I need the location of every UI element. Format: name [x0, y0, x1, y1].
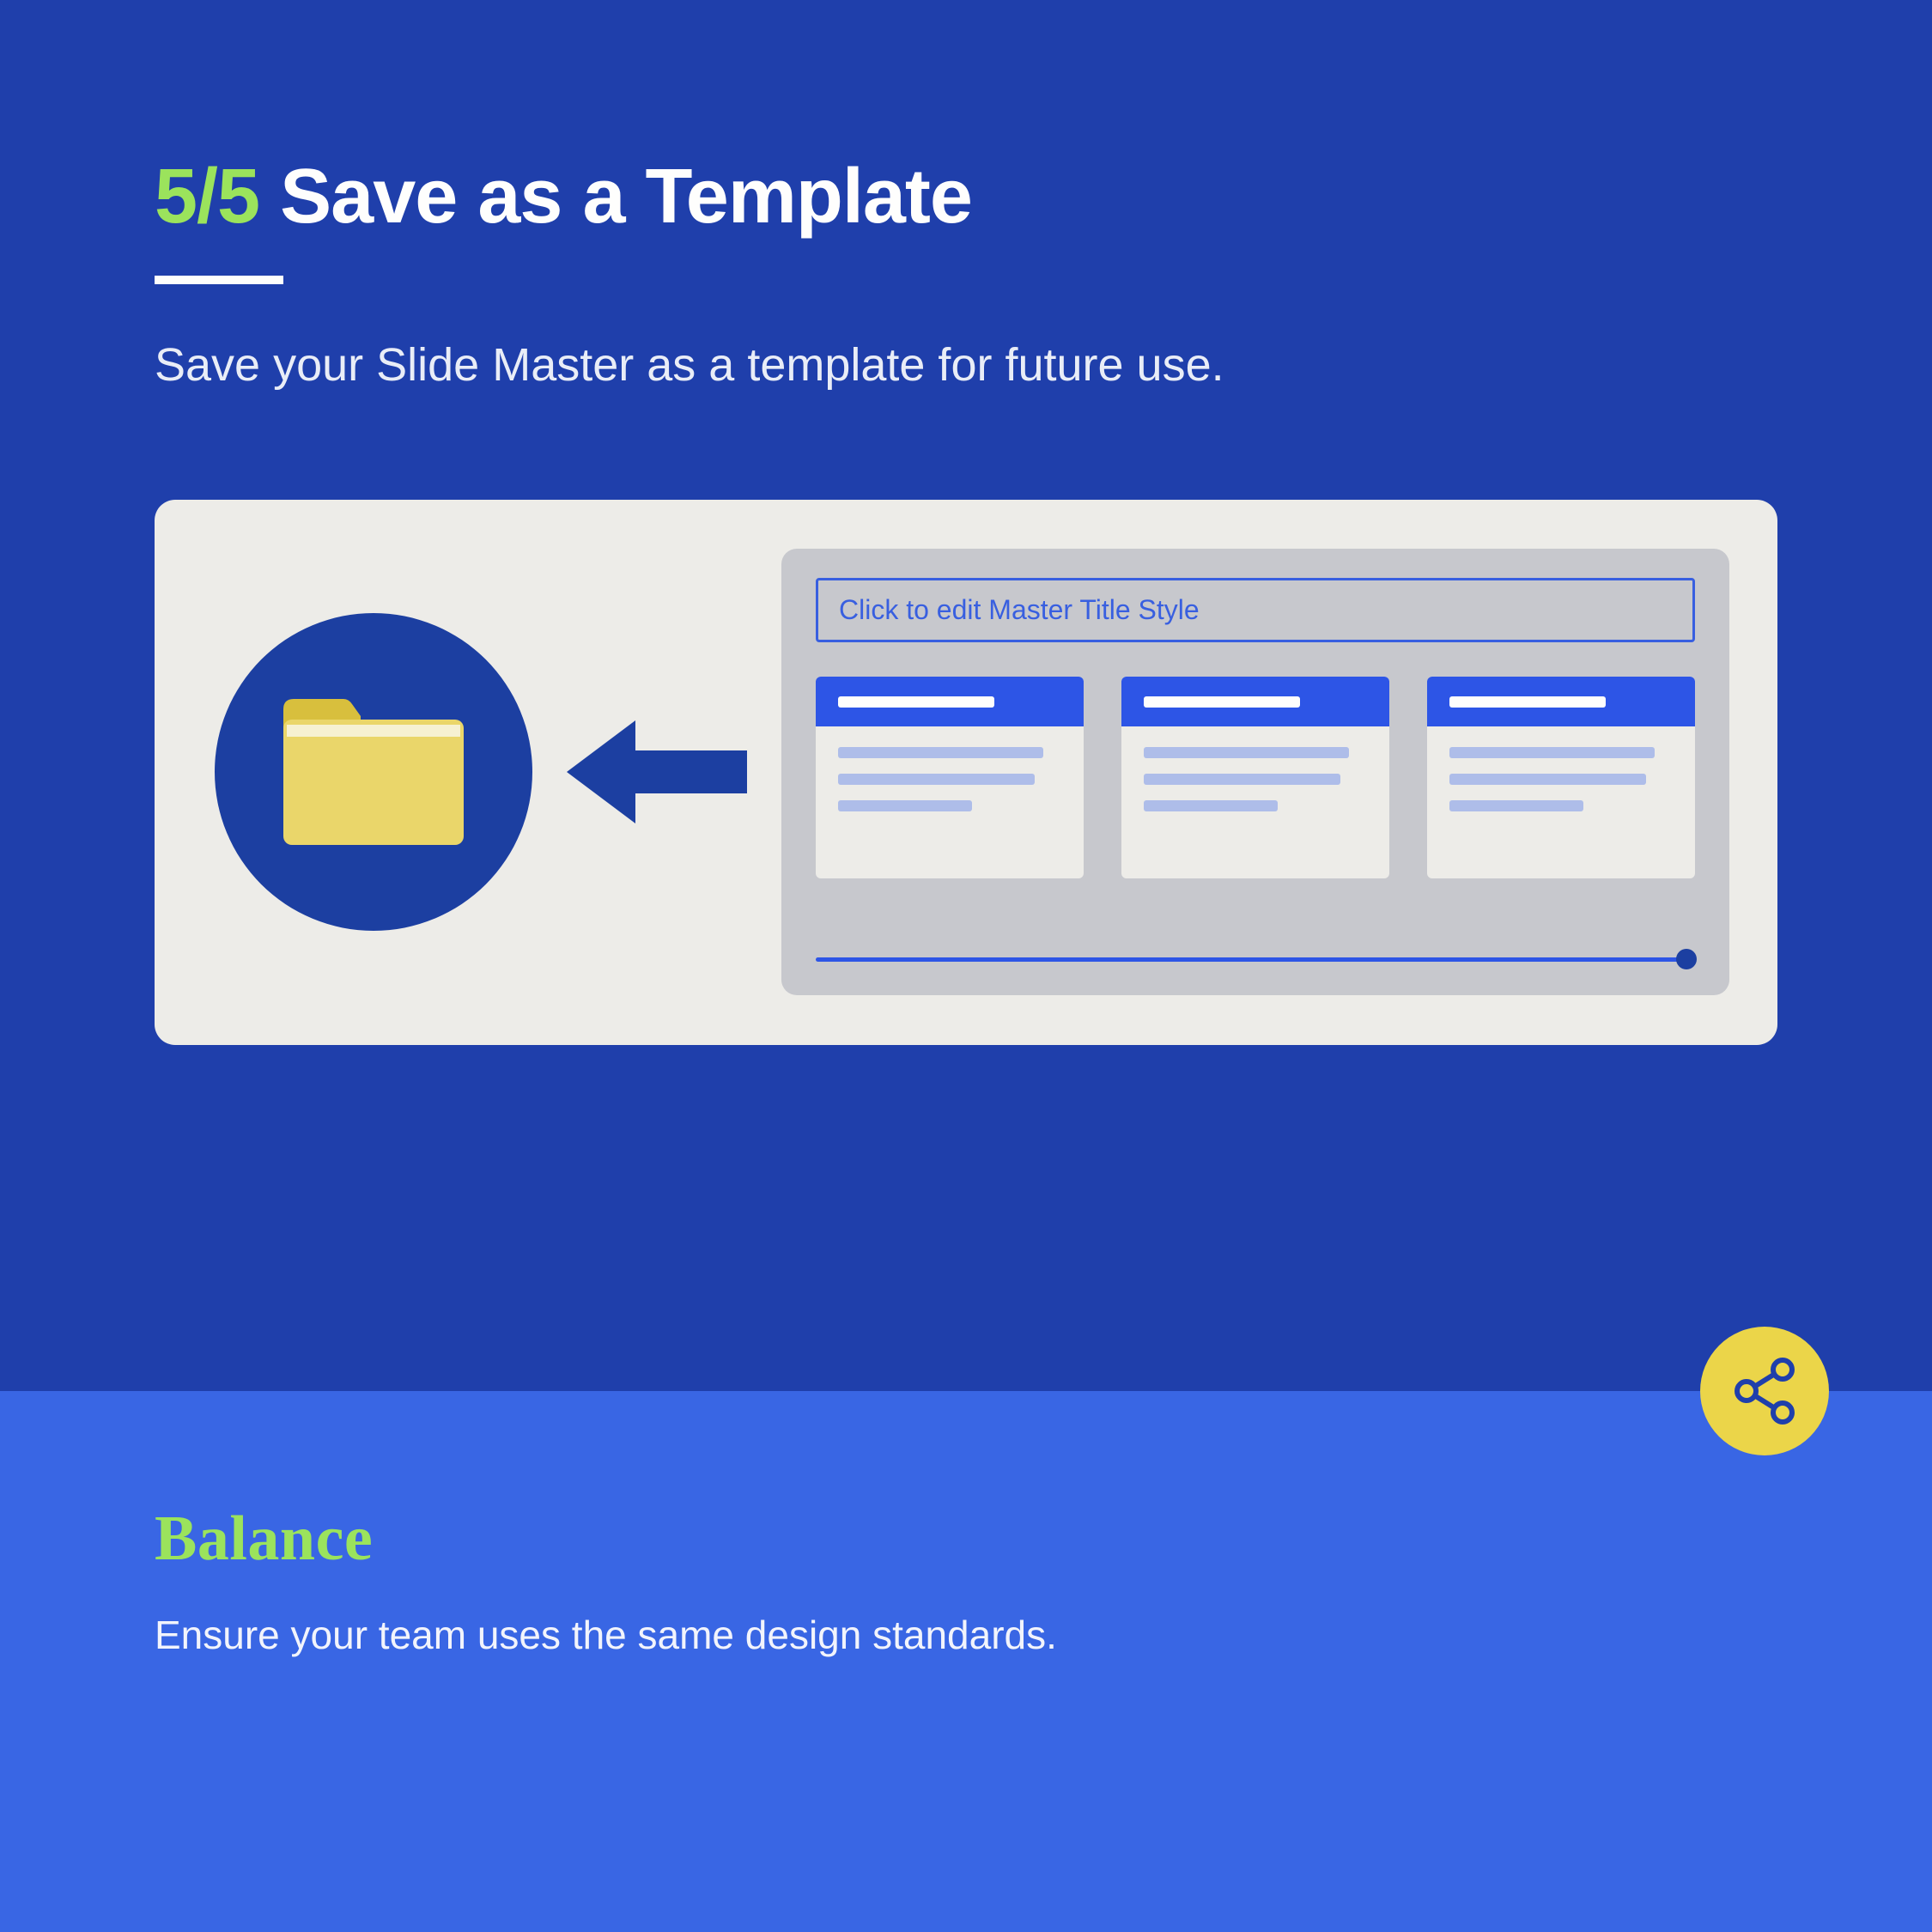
preview-scroll-dot	[1676, 949, 1697, 969]
thumbnail-body-line	[1144, 747, 1349, 758]
page-title: 5/5 Save as a Template	[155, 155, 1777, 240]
thumbnail-body-line	[1144, 800, 1278, 811]
thumbnail-body-line	[838, 747, 1043, 758]
thumbnail-body	[1121, 726, 1389, 811]
folder-circle	[215, 613, 532, 931]
footer-subtitle: Ensure your team uses the same design st…	[155, 1612, 1777, 1658]
share-badge	[1700, 1327, 1829, 1455]
title-underline	[155, 276, 283, 284]
slide-thumbnails-row	[816, 677, 1695, 878]
thumbnail-header	[816, 677, 1084, 726]
thumbnail-header	[1427, 677, 1695, 726]
thumbnail-header-line	[1449, 696, 1606, 708]
slide-thumbnail	[816, 677, 1084, 878]
master-title-placeholder: Click to edit Master Title Style	[816, 578, 1695, 642]
preview-scroll-track	[816, 949, 1695, 969]
step-counter: 5/5	[155, 154, 259, 240]
folder-icon	[275, 690, 472, 854]
illustration-card: Click to edit Master Title Style	[155, 500, 1777, 1045]
slide-thumbnail	[1427, 677, 1695, 878]
folder-graphic	[215, 613, 532, 931]
thumbnail-body-line	[1449, 747, 1655, 758]
slide-thumbnail	[1121, 677, 1389, 878]
footer-panel: Balance Ensure your team uses the same d…	[0, 1391, 1932, 1932]
page-subtitle: Save your Slide Master as a template for…	[155, 334, 1614, 397]
footer-title: Balance	[155, 1503, 1777, 1576]
preview-scroll-line	[816, 957, 1695, 962]
thumbnail-body	[1427, 726, 1695, 811]
slide-master-preview: Click to edit Master Title Style	[781, 549, 1729, 995]
title-text: Save as a Template	[280, 154, 972, 240]
thumbnail-body-line	[838, 800, 972, 811]
arrow-left-icon	[567, 716, 747, 828]
thumbnail-body-line	[1144, 774, 1340, 785]
thumbnail-body-line	[1449, 774, 1646, 785]
thumbnail-header-line	[1144, 696, 1300, 708]
share-icon	[1728, 1354, 1801, 1428]
thumbnail-body-line	[1449, 800, 1583, 811]
thumbnail-header-line	[838, 696, 994, 708]
thumbnail-body	[816, 726, 1084, 811]
thumbnail-body-line	[838, 774, 1035, 785]
thumbnail-header	[1121, 677, 1389, 726]
main-panel: 5/5 Save as a Template Save your Slide M…	[0, 0, 1932, 1391]
